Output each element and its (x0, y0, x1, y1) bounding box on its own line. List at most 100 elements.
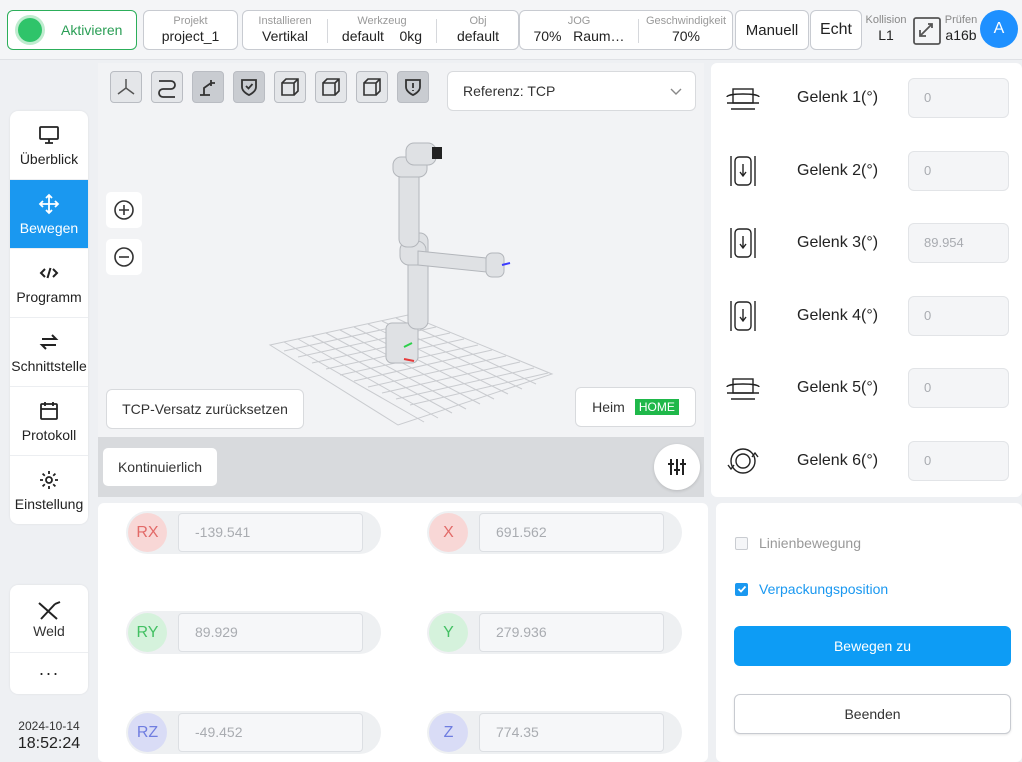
weld-icon (38, 600, 61, 620)
sidebar-item-label: Schnittstelle (11, 357, 87, 374)
pose-panel: RX -139.541 X 691.562 RY 89.929 Y 279.93… (98, 503, 708, 762)
project-selector[interactable]: Projekt project_1 (143, 10, 238, 50)
joint-row-1: Gelenk 1(°) 0 (711, 73, 1022, 123)
real-mode-button[interactable]: Echt (810, 10, 862, 50)
monitor-icon (39, 125, 59, 144)
continuous-mode-button[interactable]: Kontinuierlich (102, 447, 218, 487)
tool-selector[interactable]: Werkzeug default 0kg (328, 11, 436, 49)
reset-tcp-offset-button[interactable]: TCP-Versatz zurücksetzen (106, 389, 304, 429)
linear-motion-label: Linienbewegung (759, 535, 861, 551)
shield-alert-icon (405, 79, 421, 96)
rx-input[interactable]: -139.541 (178, 513, 363, 552)
z-input[interactable]: 774.35 (479, 713, 664, 752)
install-tool-obj-group: Installieren Vertikal Werkzeug default 0… (242, 10, 519, 50)
move-icon (38, 193, 60, 214)
robot-3d-view[interactable]: Referenz: TCP TCP-Versatz zurücksetzen H… (98, 63, 704, 497)
sidebar: Überblick Bewegen Programm Schnittstelle… (10, 111, 88, 524)
speed-caption: Geschwindigkeit (645, 15, 727, 27)
home-button[interactable]: Heim HOME (575, 387, 696, 427)
joint-1-input[interactable]: 0 (908, 78, 1009, 118)
jog-speed-group: JOG 70% Raum… Geschwindigkeit 70% (519, 10, 733, 50)
collision-value: L1 (878, 27, 894, 43)
zoom-out-button[interactable] (106, 239, 142, 275)
joint-3-input[interactable]: 89.954 (908, 223, 1009, 263)
view-axes-button[interactable] (110, 71, 142, 103)
manual-mode-button[interactable]: Manuell (735, 10, 809, 50)
pose-field-z: Z 774.35 (427, 711, 682, 754)
check-indicator[interactable]: Prüfen a16b (942, 10, 980, 48)
rz-input[interactable]: -49.452 (178, 713, 363, 752)
joint-flange-icon (727, 448, 759, 474)
linear-motion-checkbox[interactable]: Linienbewegung (735, 535, 861, 551)
pose-field-x: X 691.562 (427, 511, 682, 554)
shield-check-icon (241, 79, 257, 96)
ry-input[interactable]: 89.929 (178, 613, 363, 652)
checkbox-box (735, 536, 748, 550)
sidebar-secondary: Weld ··· (10, 585, 88, 694)
sidebar-item-weld[interactable]: Weld (10, 585, 88, 653)
joint-row-3: Gelenk 3(°) 89.954 (711, 218, 1022, 268)
view-cube-side-button[interactable] (315, 71, 347, 103)
jog-selector[interactable]: JOG 70% Raum… (520, 11, 638, 49)
gear-icon (40, 471, 58, 489)
sidebar-item-interface[interactable]: Schnittstelle (10, 318, 88, 387)
joint-2-input[interactable]: 0 (908, 151, 1009, 191)
pose-field-rx: RX -139.541 (126, 511, 381, 554)
fullscreen-icon[interactable] (912, 16, 942, 46)
date-text: 2024-10-14 (18, 719, 80, 733)
joint-label: Gelenk 2(°) (797, 162, 879, 179)
joint-6-input[interactable]: 0 (908, 441, 1009, 481)
pose-field-ry: RY 89.929 (126, 611, 381, 654)
joint-shoulder-icon (730, 156, 756, 186)
calendar-icon (40, 401, 58, 420)
cube-icon (322, 78, 340, 96)
tool-load: 0kg (399, 28, 423, 44)
sidebar-item-settings[interactable]: Einstellung (10, 456, 88, 524)
joint-5-input[interactable]: 0 (908, 368, 1009, 408)
user-avatar[interactable]: A (980, 10, 1018, 48)
code-icon (39, 267, 59, 278)
activate-button[interactable]: Aktivieren (7, 10, 137, 50)
sidebar-item-program[interactable]: Programm (10, 249, 88, 318)
view-path-button[interactable] (151, 71, 183, 103)
sidebar-item-overview[interactable]: Überblick (10, 111, 88, 180)
activate-label: Aktivieren (61, 22, 123, 38)
view-robot-button[interactable] (192, 71, 224, 103)
view-shield-button[interactable] (233, 71, 265, 103)
view-cube-top-button[interactable] (356, 71, 388, 103)
obj-selector[interactable]: Obj default (437, 11, 519, 49)
joint-panel: Gelenk 1(°) 0 Gelenk 2(°) 0 Gelenk 3(°) … (711, 63, 1022, 497)
adjust-settings-button[interactable] (654, 444, 700, 490)
install-selector[interactable]: Installieren Vertikal (243, 11, 327, 49)
weld-label: Weld (33, 622, 65, 639)
zoom-in-button[interactable] (106, 192, 142, 228)
y-input[interactable]: 279.936 (479, 613, 664, 652)
speed-selector[interactable]: Geschwindigkeit 70% (639, 11, 733, 49)
joint-base-icon (726, 88, 760, 110)
cube-icon (281, 78, 299, 96)
sidebar-item-move[interactable]: Bewegen (10, 180, 88, 249)
clock: 2024-10-14 18:52:24 (10, 719, 88, 753)
pose-field-y: Y 279.936 (427, 611, 682, 654)
move-to-button[interactable]: Bewegen zu (734, 626, 1011, 666)
joint-label: Gelenk 1(°) (797, 89, 879, 106)
view-cube-front-button[interactable] (274, 71, 306, 103)
joint-row-6: Gelenk 6(°) 0 (711, 436, 1022, 486)
y-badge: Y (429, 613, 468, 652)
speed-value: 70% (671, 28, 701, 44)
tool-caption: Werkzeug (357, 15, 407, 27)
swap-icon (39, 333, 59, 350)
joint-4-input[interactable]: 0 (908, 296, 1009, 336)
more-button[interactable]: ··· (10, 653, 88, 693)
view-warning-shield-button[interactable] (397, 71, 429, 103)
sliders-icon (668, 459, 686, 475)
packing-position-checkbox[interactable]: Verpackungsposition (735, 581, 888, 597)
home-badge: HOME (634, 399, 679, 415)
x-input[interactable]: 691.562 (479, 513, 664, 552)
stop-button[interactable]: Beenden (734, 694, 1011, 734)
sidebar-item-log[interactable]: Protokoll (10, 387, 88, 456)
collision-indicator[interactable]: Kollision L1 (863, 10, 909, 48)
z-badge: Z (429, 713, 468, 752)
reference-select[interactable]: Referenz: TCP (447, 71, 696, 111)
jog-value: 70% (533, 28, 562, 44)
